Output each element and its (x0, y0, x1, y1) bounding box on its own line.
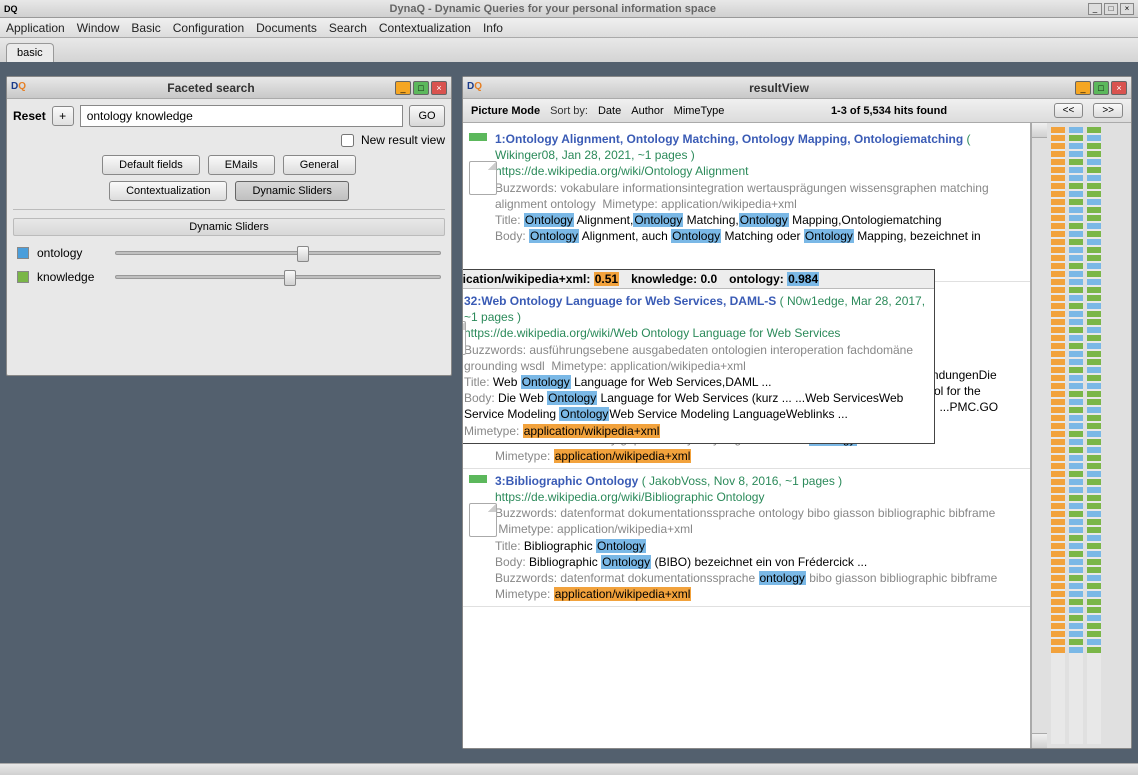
reset-label[interactable]: Reset (13, 109, 46, 123)
hits-count: 1-3 of 5,534 hits found (734, 105, 1043, 117)
window-titlebar: DQ DynaQ - Dynamic Queries for your pers… (0, 0, 1138, 18)
contextualization-button[interactable]: Contextualization (109, 181, 227, 201)
add-query-button[interactable]: + (52, 106, 74, 126)
result-tooltip: application/wikipedia+xml: 0.51 knowledg… (463, 269, 935, 444)
dynamic-sliders-header: Dynamic Sliders (13, 218, 445, 236)
results-scrollbar[interactable] (1031, 123, 1047, 748)
document-icon (469, 161, 497, 195)
results-title: resultView (483, 81, 1075, 95)
general-button[interactable]: General (283, 155, 356, 175)
window-maximize-icon[interactable]: □ (1104, 3, 1118, 15)
menu-info[interactable]: Info (483, 21, 503, 35)
faceted-title: Faceted search (27, 81, 395, 95)
sort-by-label: Sort by: (550, 105, 588, 117)
slider-label: knowledge (37, 270, 107, 284)
faceted-titlebar: DQ Faceted search _ □ × (7, 77, 451, 99)
new-result-view-checkbox[interactable] (341, 134, 354, 147)
app-icon: DQ (467, 81, 483, 95)
relevance-marker-icon (469, 133, 487, 141)
swatch-green-icon (17, 271, 29, 283)
statusbar (0, 763, 1138, 775)
panel-minimize-icon[interactable]: _ (1075, 81, 1091, 95)
result-url[interactable]: https://de.wikipedia.org/wiki/Bibliograp… (495, 490, 764, 504)
window-close-icon[interactable]: × (1120, 3, 1134, 15)
faceted-search-panel: DQ Faceted search _ □ × Reset + GO New r… (6, 76, 452, 376)
swatch-blue-icon (17, 247, 29, 259)
dynamic-sliders-button[interactable]: Dynamic Sliders (235, 181, 348, 201)
prev-page-button[interactable]: << (1054, 103, 1084, 118)
go-button[interactable]: GO (409, 105, 445, 127)
search-input[interactable] (80, 105, 403, 127)
menu-application[interactable]: Application (6, 21, 65, 35)
new-result-view-label[interactable]: New result view (341, 133, 445, 147)
menu-basic[interactable]: Basic (131, 21, 160, 35)
tab-strip: basic (0, 38, 1138, 62)
slider-track[interactable] (115, 251, 441, 255)
slider-thumb[interactable] (284, 270, 296, 286)
panel-maximize-icon[interactable]: □ (1093, 81, 1109, 95)
document-icon (463, 321, 466, 355)
slider-track[interactable] (115, 275, 441, 279)
result-view-panel: DQ resultView _ □ × Picture Mode Sort by… (462, 76, 1132, 749)
relevance-marker-icon (469, 475, 487, 483)
menu-configuration[interactable]: Configuration (173, 21, 244, 35)
window-title: DynaQ - Dynamic Queries for your persona… (18, 3, 1088, 15)
document-icon (469, 503, 497, 537)
panel-close-icon[interactable]: × (431, 81, 447, 95)
result-meta: ( JakobVoss, Nov 8, 2016, ~1 pages ) (642, 474, 842, 488)
panel-maximize-icon[interactable]: □ (413, 81, 429, 95)
panel-close-icon[interactable]: × (1111, 81, 1127, 95)
sort-mimetype[interactable]: MimeType (674, 105, 725, 117)
menu-documents[interactable]: Documents (256, 21, 317, 35)
sort-date[interactable]: Date (598, 105, 621, 117)
workspace: DQ Faceted search _ □ × Reset + GO New r… (0, 62, 1138, 763)
app-icon: DQ (4, 4, 18, 14)
result-url[interactable]: https://de.wikipedia.org/wiki/Ontology A… (495, 164, 748, 178)
tab-basic[interactable]: basic (6, 43, 54, 62)
panel-minimize-icon[interactable]: _ (395, 81, 411, 95)
slider-knowledge: knowledge (13, 270, 445, 284)
results-titlebar: DQ resultView _ □ × (463, 77, 1131, 99)
next-page-button[interactable]: >> (1093, 103, 1123, 118)
window-minimize-icon[interactable]: _ (1088, 3, 1102, 15)
app-icon: DQ (11, 81, 27, 95)
emails-button[interactable]: EMails (208, 155, 275, 175)
result-title[interactable]: 1:Ontology Alignment, Ontology Matching,… (495, 132, 963, 146)
result-item[interactable]: 1:Ontology Alignment, Ontology Matching,… (463, 127, 1030, 282)
tooltip-title: 32:Web Ontology Language for Web Service… (464, 294, 776, 308)
sort-author[interactable]: Author (631, 105, 663, 117)
results-toolbar: Picture Mode Sort by: Date Author MimeTy… (463, 99, 1131, 123)
minimap[interactable] (1047, 123, 1131, 748)
menu-search[interactable]: Search (329, 21, 367, 35)
menu-window[interactable]: Window (77, 21, 120, 35)
result-title[interactable]: 3:Bibliographic Ontology (495, 474, 638, 488)
slider-label: ontology (37, 246, 107, 260)
menu-contextualization[interactable]: Contextualization (379, 21, 471, 35)
slider-thumb[interactable] (297, 246, 309, 262)
menubar: Application Window Basic Configuration D… (0, 18, 1138, 38)
result-item[interactable]: 3:Bibliographic Ontology ( JakobVoss, No… (463, 469, 1030, 608)
picture-mode-label[interactable]: Picture Mode (471, 105, 540, 117)
default-fields-button[interactable]: Default fields (102, 155, 200, 175)
slider-ontology: ontology (13, 246, 445, 260)
